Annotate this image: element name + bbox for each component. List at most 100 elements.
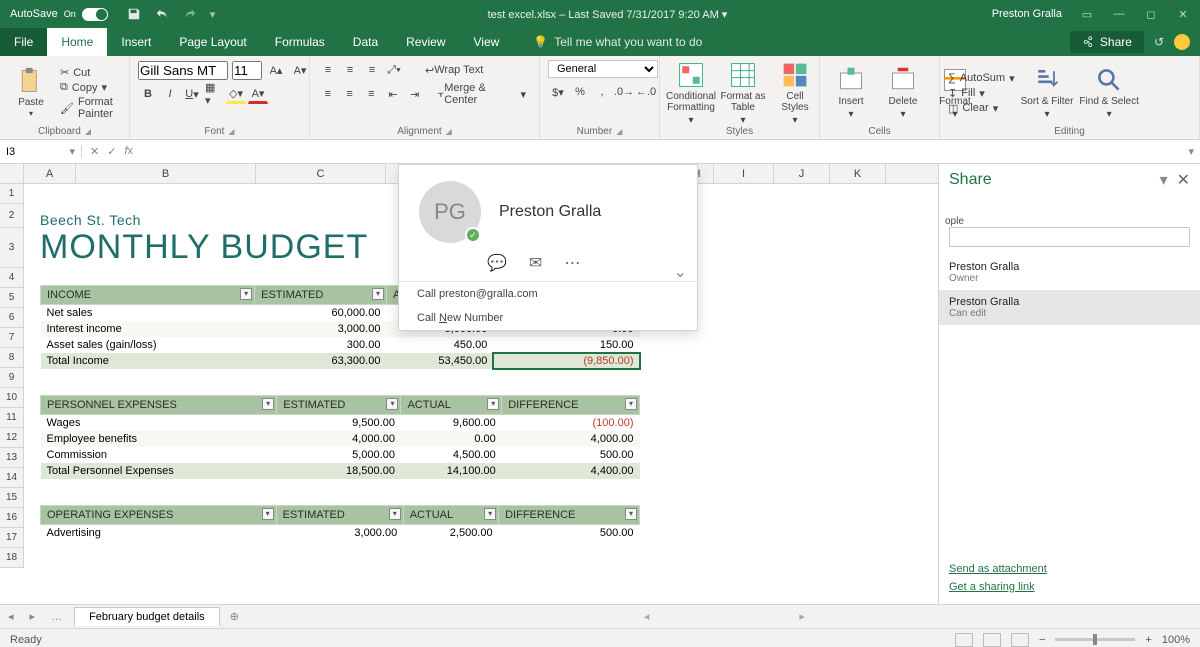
table-header[interactable]: ACTUAL▾: [401, 396, 502, 415]
filter-dropdown-icon[interactable]: ▾: [262, 398, 274, 410]
chevron-down-icon[interactable]: ⌄: [674, 262, 687, 282]
font-color-button[interactable]: A▾: [248, 84, 268, 104]
paste-button[interactable]: Paste▾: [8, 67, 54, 119]
sheet-nav-next-icon[interactable]: ▸: [22, 610, 44, 623]
table-row[interactable]: Commission5,000.004,500.00500.00: [41, 447, 640, 463]
feedback-icon[interactable]: [1174, 34, 1190, 50]
share-button[interactable]: Share: [1070, 31, 1144, 53]
col-header-B[interactable]: B: [76, 164, 256, 183]
cell-styles-button[interactable]: Cell Styles▾: [772, 61, 818, 126]
sheet-nav-prev-icon[interactable]: ◂: [0, 610, 22, 623]
table-row[interactable]: Advertising3,000.002,500.00500.00: [41, 525, 640, 542]
border-button[interactable]: ▦ ▾: [204, 84, 224, 104]
align-center-icon[interactable]: ≡: [340, 84, 360, 104]
table-total-row[interactable]: Total Personnel Expenses18,500.0014,100.…: [41, 463, 640, 479]
table-header[interactable]: OPERATING EXPENSES▾: [41, 506, 277, 525]
row-header-4[interactable]: 4: [0, 268, 23, 288]
comma-icon[interactable]: ,: [592, 82, 612, 102]
fill-color-button[interactable]: ◇▾: [226, 84, 246, 104]
font-name-input[interactable]: [138, 61, 228, 80]
filter-dropdown-icon[interactable]: ▾: [386, 398, 398, 410]
format-as-table-button[interactable]: Format as Table▾: [720, 61, 766, 126]
minimize-icon[interactable]: —: [1112, 8, 1126, 21]
qat-more-icon[interactable]: ▾: [210, 8, 216, 21]
tab-formulas[interactable]: Formulas: [261, 28, 339, 56]
row-header-5[interactable]: 5: [0, 288, 23, 308]
fill-button[interactable]: ↧Fill ▾: [948, 87, 1015, 100]
redo-icon[interactable]: [182, 6, 198, 22]
col-header-C[interactable]: C: [256, 164, 386, 183]
fx-icon[interactable]: fx: [124, 145, 133, 158]
view-normal-icon[interactable]: [955, 633, 973, 647]
currency-icon[interactable]: $▾: [548, 82, 568, 102]
zoom-out-icon[interactable]: −: [1039, 634, 1045, 646]
delete-cells-button[interactable]: Delete▾: [880, 66, 926, 120]
shrink-font-icon[interactable]: A▾: [290, 60, 310, 80]
tab-view[interactable]: View: [460, 28, 514, 56]
get-sharing-link[interactable]: Get a sharing link: [949, 578, 1190, 596]
tab-home[interactable]: Home: [47, 28, 107, 56]
indent-inc-icon[interactable]: ⇥: [405, 84, 425, 104]
filter-dropdown-icon[interactable]: ▾: [240, 288, 252, 300]
mail-icon[interactable]: ✉: [529, 253, 542, 273]
row-header-12[interactable]: 12: [0, 428, 23, 448]
merge-center-button[interactable]: ⫟ Merge & Center ▾: [433, 84, 531, 104]
share-person[interactable]: Preston GrallaCan edit: [939, 290, 1200, 325]
filter-dropdown-icon[interactable]: ▾: [484, 508, 496, 520]
filter-dropdown-icon[interactable]: ▾: [625, 508, 637, 520]
table-header[interactable]: DIFFERENCE▾: [502, 396, 640, 415]
select-all-corner[interactable]: [0, 164, 24, 183]
close-icon[interactable]: ✕: [1176, 8, 1190, 21]
close-pane-icon[interactable]: ✕: [1177, 172, 1190, 189]
row-header-3[interactable]: 3: [0, 228, 23, 268]
expand-formula-bar-icon[interactable]: ▾: [1182, 145, 1200, 158]
tab-file[interactable]: File: [0, 28, 47, 56]
autosave-toggle[interactable]: AutoSave On: [0, 8, 118, 21]
table-header[interactable]: ESTIMATED▾: [255, 286, 387, 305]
hscroll-left-icon[interactable]: ◂: [644, 610, 650, 623]
table-total-row[interactable]: Total Income63,300.0053,450.00(9,850.00): [41, 353, 640, 369]
row-header-13[interactable]: 13: [0, 448, 23, 468]
number-format-select[interactable]: General: [548, 60, 658, 78]
align-right-icon[interactable]: ≡: [361, 84, 381, 104]
table-header[interactable]: ACTUAL▾: [403, 506, 498, 525]
call-email-item[interactable]: Call preston@gralla.com: [399, 282, 697, 306]
table-header[interactable]: PERSONNEL EXPENSES▾: [41, 396, 277, 415]
chat-icon[interactable]: 💬: [487, 253, 507, 273]
row-header-6[interactable]: 6: [0, 308, 23, 328]
table-header[interactable]: INCOME▾: [41, 286, 255, 305]
wrap-text-button[interactable]: ↩ Wrap Text: [420, 60, 488, 80]
table-row[interactable]: Wages9,500.009,600.00(100.00): [41, 415, 640, 432]
enter-formula-icon[interactable]: ✓: [107, 145, 116, 158]
filter-dropdown-icon[interactable]: ▾: [262, 508, 274, 520]
table-header[interactable]: ESTIMATED▾: [276, 506, 403, 525]
underline-button[interactable]: U ▾: [182, 84, 202, 104]
indent-dec-icon[interactable]: ⇤: [383, 84, 403, 104]
sheet-tab-active[interactable]: February budget details: [74, 607, 220, 626]
row-header-15[interactable]: 15: [0, 488, 23, 508]
align-top-icon[interactable]: ≡: [318, 60, 338, 80]
filter-dropdown-icon[interactable]: ▾: [389, 508, 401, 520]
copy-button[interactable]: ⧉Copy ▾: [60, 81, 121, 94]
zoom-slider[interactable]: [1055, 638, 1135, 641]
row-header-8[interactable]: 8: [0, 348, 23, 368]
add-sheet-icon[interactable]: ⊕: [220, 610, 249, 623]
zoom-level[interactable]: 100%: [1162, 634, 1190, 646]
send-as-attachment-link[interactable]: Send as attachment: [949, 560, 1190, 578]
inc-decimal-icon[interactable]: .0→: [614, 82, 634, 102]
row-header-18[interactable]: 18: [0, 548, 23, 568]
col-header-A[interactable]: A: [24, 164, 76, 183]
tab-page-layout[interactable]: Page Layout: [165, 28, 260, 56]
row-header-11[interactable]: 11: [0, 408, 23, 428]
table-header[interactable]: ESTIMATED▾: [277, 396, 401, 415]
signed-in-user[interactable]: Preston Gralla: [992, 8, 1062, 20]
row-header-9[interactable]: 9: [0, 368, 23, 388]
tab-data[interactable]: Data: [339, 28, 392, 56]
conditional-formatting-button[interactable]: Conditional Formatting▾: [668, 61, 714, 126]
table-row[interactable]: Employee benefits4,000.000.004,000.00: [41, 431, 640, 447]
row-header-17[interactable]: 17: [0, 528, 23, 548]
align-middle-icon[interactable]: ≡: [340, 60, 360, 80]
history-icon[interactable]: ↺: [1154, 35, 1164, 49]
font-size-input[interactable]: [232, 61, 262, 80]
clear-button[interactable]: ◫Clear ▾: [948, 102, 1015, 115]
